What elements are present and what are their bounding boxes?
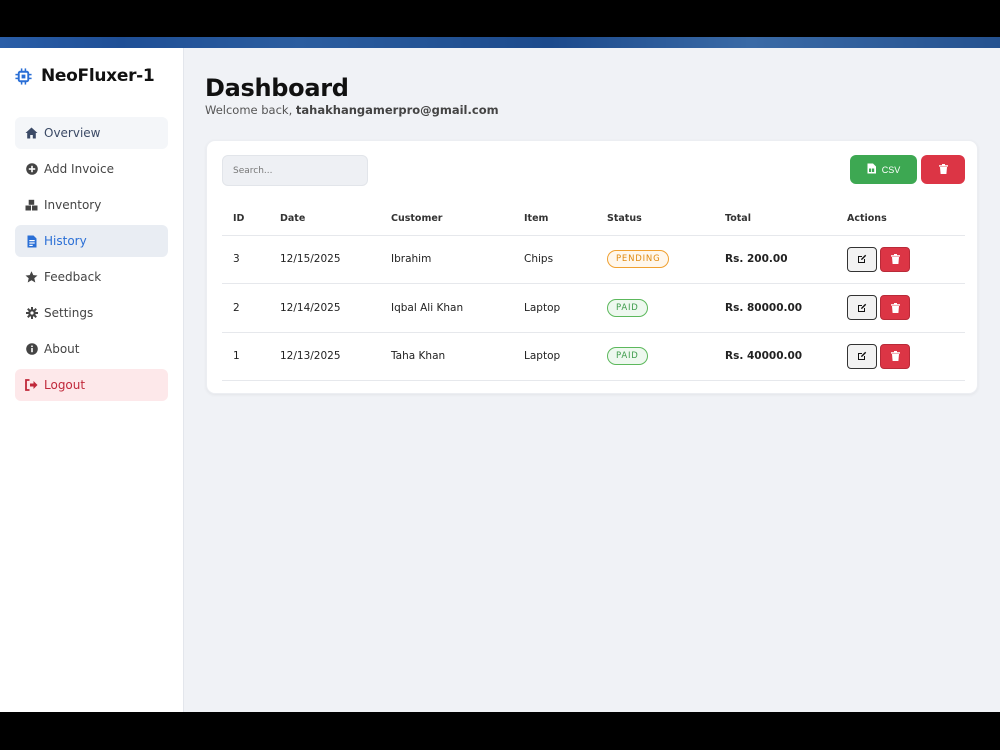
table-row: 3 12/15/2025 Ibrahim Chips PENDING Rs. 2…	[222, 235, 965, 284]
table-row: 1 12/13/2025 Taha Khan Laptop PAID Rs. 4…	[222, 332, 965, 381]
sidebar-item-history[interactable]: History	[15, 225, 168, 257]
edit-button[interactable]	[847, 343, 877, 369]
screen-top-bar	[0, 0, 1000, 37]
sidebar-item-label: About	[44, 342, 80, 356]
status-badge: PAID	[607, 347, 648, 366]
sidebar-item-about[interactable]: About	[15, 333, 168, 365]
delete-button[interactable]	[880, 246, 910, 272]
cell-total: Rs. 40000.00	[714, 332, 836, 381]
cell-actions	[836, 332, 965, 381]
search-input[interactable]	[222, 155, 368, 186]
home-icon	[25, 127, 38, 140]
sidebar: NeoFluxer-1 Overview Add Invoice Invento…	[0, 48, 184, 712]
edit-icon	[858, 303, 867, 312]
file-invoice-icon	[25, 235, 38, 248]
sidebar-nav: Overview Add Invoice Inventory History F…	[15, 117, 168, 405]
logout-icon	[25, 379, 38, 392]
column-header-actions: Actions	[836, 203, 965, 236]
sidebar-item-label: History	[44, 234, 87, 248]
user-email: tahakhangamerpro@gmail.com	[295, 103, 499, 117]
column-header-item: Item	[513, 203, 596, 236]
table-header-row: ID Date Customer Item Status Total Actio…	[222, 203, 965, 236]
cell-actions	[836, 235, 965, 284]
sidebar-item-label: Logout	[44, 378, 86, 392]
cell-id: 1	[222, 332, 269, 381]
status-badge: PAID	[607, 298, 648, 317]
cell-total: Rs. 200.00	[714, 235, 836, 284]
app-window: NeoFluxer-1 Overview Add Invoice Invento…	[0, 48, 1000, 712]
cell-item: Chips	[513, 235, 596, 284]
cell-status: PENDING	[596, 235, 714, 284]
boxes-icon	[25, 199, 38, 212]
cell-status: PAID	[596, 283, 714, 333]
sidebar-item-label: Feedback	[44, 270, 102, 284]
star-icon	[25, 271, 38, 284]
invoice-history-card: CSV ID Date Customer Item Status Total A…	[206, 140, 978, 394]
gear-icon	[25, 307, 38, 320]
invoices-table: ID Date Customer Item Status Total Actio…	[222, 203, 965, 381]
file-csv-icon	[867, 163, 877, 176]
desktop-wallpaper-strip	[0, 37, 1000, 48]
cell-total: Rs. 80000.00	[714, 283, 836, 333]
column-header-date: Date	[269, 203, 380, 236]
cell-customer: Iqbal Ali Khan	[380, 283, 513, 333]
app-name: NeoFluxer-1	[41, 66, 155, 86]
screen-bottom-bar	[0, 712, 1000, 750]
cell-item: Laptop	[513, 332, 596, 381]
welcome-prefix: Welcome back,	[205, 103, 296, 117]
sidebar-item-feedback[interactable]: Feedback	[15, 261, 168, 293]
delete-all-button[interactable]	[921, 155, 965, 184]
csv-label: CSV	[881, 164, 901, 175]
edit-button[interactable]	[847, 295, 877, 321]
delete-button[interactable]	[880, 295, 910, 321]
sidebar-item-label: Overview	[44, 126, 101, 140]
info-icon	[25, 343, 38, 356]
cell-id: 3	[222, 235, 269, 284]
column-header-total: Total	[714, 203, 836, 236]
edit-icon	[858, 352, 867, 361]
trash-icon	[890, 254, 900, 265]
cell-status: PAID	[596, 332, 714, 381]
cell-item: Laptop	[513, 283, 596, 333]
cell-id: 2	[222, 283, 269, 333]
welcome-message: Welcome back, tahakhangamerpro@gmail.com	[205, 103, 499, 117]
page-title: Dashboard	[205, 74, 349, 102]
sidebar-item-logout[interactable]: Logout	[15, 369, 168, 401]
export-csv-button[interactable]: CSV	[850, 155, 917, 184]
cell-actions	[836, 283, 965, 333]
table-row: 2 12/14/2025 Iqbal Ali Khan Laptop PAID …	[222, 283, 965, 333]
sidebar-item-label: Settings	[44, 306, 94, 320]
trash-icon	[938, 162, 948, 177]
column-header-customer: Customer	[380, 203, 513, 236]
sidebar-item-overview[interactable]: Overview	[15, 117, 168, 149]
sidebar-item-settings[interactable]: Settings	[15, 297, 168, 329]
plus-circle-icon	[25, 163, 38, 176]
column-header-status: Status	[596, 203, 714, 236]
sidebar-item-inventory[interactable]: Inventory	[15, 189, 168, 221]
edit-button[interactable]	[847, 246, 877, 272]
edit-icon	[858, 255, 867, 264]
delete-button[interactable]	[880, 343, 910, 369]
cell-customer: Taha Khan	[380, 332, 513, 381]
sidebar-item-label: Add Invoice	[44, 162, 114, 176]
cell-date: 12/13/2025	[269, 332, 380, 381]
trash-icon	[890, 351, 900, 362]
status-badge: PENDING	[607, 250, 670, 269]
chip-icon	[14, 67, 33, 86]
sidebar-item-add-invoice[interactable]: Add Invoice	[15, 153, 168, 185]
cell-date: 12/14/2025	[269, 283, 380, 333]
sidebar-item-label: Inventory	[44, 198, 102, 212]
brand: NeoFluxer-1	[14, 66, 155, 86]
cell-customer: Ibrahim	[380, 235, 513, 284]
column-header-id: ID	[222, 203, 269, 236]
cell-date: 12/15/2025	[269, 235, 380, 284]
trash-icon	[890, 302, 900, 313]
